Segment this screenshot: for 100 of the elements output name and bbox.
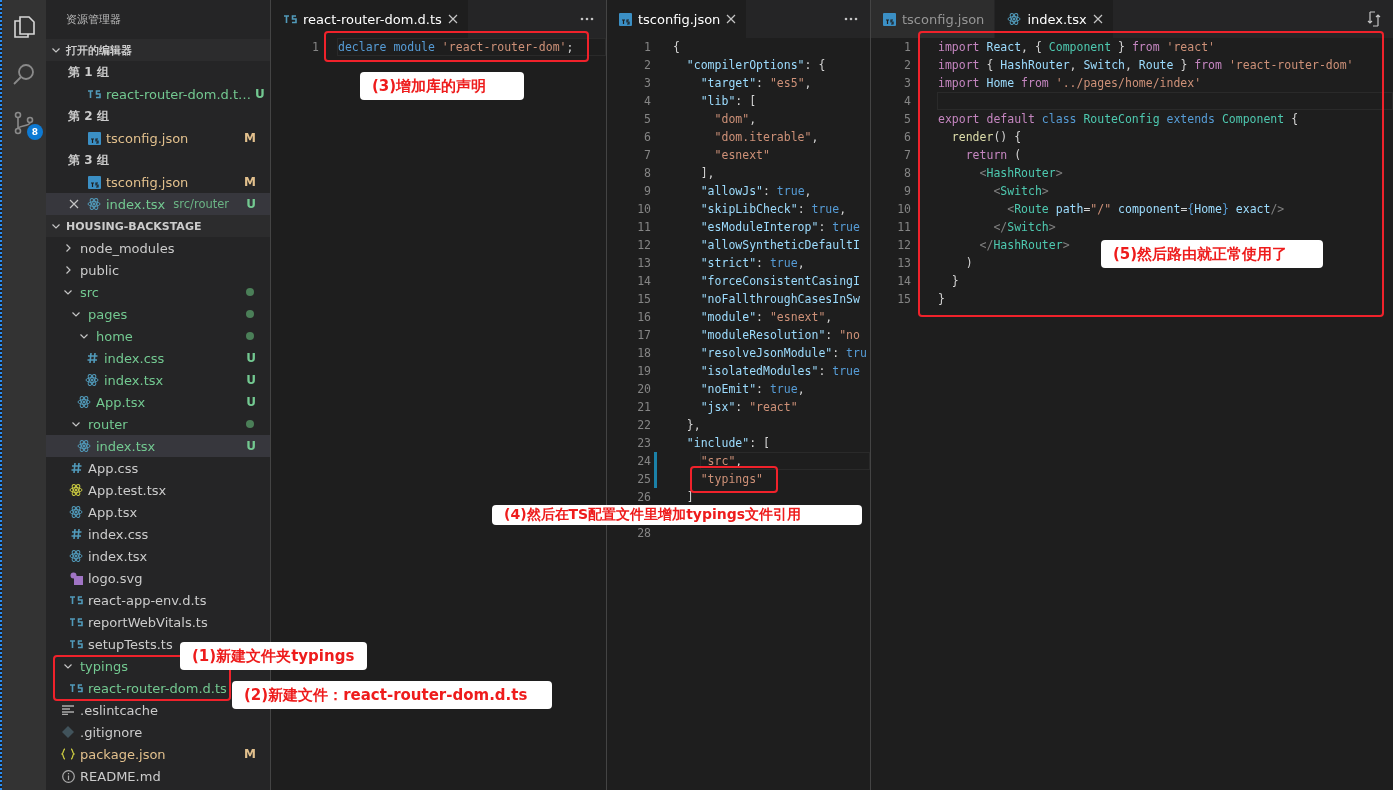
code-line: return ( [964,147,1023,164]
file-item[interactable]: logo.svg [46,567,157,589]
file-item[interactable]: App.test.tsx [46,479,181,501]
code-line: </Switch> [992,219,1057,236]
file-item[interactable]: reportWebVitals.ts [46,611,222,633]
compare-icon[interactable] [1367,11,1381,27]
open-editor-item[interactable]: react-router-dom.d.t… U [46,83,270,105]
chevron-icon[interactable] [63,243,73,253]
line-number: 12 [636,238,651,252]
line-number: 11 [636,220,651,234]
chevron-icon[interactable] [71,309,81,319]
code-file-icon [69,617,83,627]
file-item[interactable]: .gitignore [46,721,157,743]
atom-icon [69,483,83,497]
file-item[interactable]: README.md [46,765,175,787]
atom-icon [69,505,83,519]
file-item[interactable]: App.tsx U [46,391,270,413]
folder-item[interactable]: pages [46,303,270,325]
code-line: "lib": [ [699,93,758,110]
line-number: 1 [643,40,651,54]
code-line: <Switch> [992,183,1050,200]
chevron-icon[interactable] [79,331,89,341]
folder-item[interactable]: typings [46,655,142,677]
config-file-icon [883,12,896,26]
folder-item[interactable]: public [46,259,134,281]
close-icon[interactable] [1092,14,1103,24]
hash-icon [70,462,82,474]
atom-icon [85,373,99,387]
editor-tab[interactable]: index.tsx [995,0,1114,38]
chevron-icon[interactable] [51,45,61,55]
atom-icon [1007,12,1022,26]
open-editor-item[interactable]: tsconfig.json M [46,171,270,193]
files-icon[interactable] [11,14,37,40]
git-status-label: U [246,197,256,211]
code-file-icon [283,14,297,24]
file-item[interactable]: .eslintcache [46,699,172,721]
line-number: 25 [636,472,651,486]
close-icon[interactable] [447,14,458,24]
atom-icon [69,549,83,563]
line-number: 26 [636,490,651,504]
chevron-icon[interactable] [63,661,73,671]
close-icon[interactable] [726,14,737,24]
code-line: "moduleResolution": "no [699,327,861,344]
line-number: 4 [903,94,911,108]
section-header[interactable]: 打开的编辑器 [46,39,270,61]
open-editor-item[interactable]: tsconfig.json M [46,127,270,149]
close-icon[interactable] [69,199,79,209]
line-number: 2 [643,58,651,72]
chevron-icon[interactable] [71,419,81,429]
callout-tooltip: (3)增加库的声明 [360,72,524,100]
file-item[interactable]: index.css U [46,347,270,369]
folder-item[interactable]: home [46,325,270,347]
line-number: 15 [896,292,911,306]
line-number: 2 [903,58,911,72]
count-badge: 8 [27,124,43,140]
chevron-icon[interactable] [63,287,73,297]
config-file-icon [87,131,101,145]
line-number: 7 [903,148,911,162]
code-line: "esModuleInterop": true [699,219,861,236]
code-line: "module": "esnext", [699,309,834,326]
code-line: render() { [950,129,1023,146]
editor-tab[interactable]: tsconfig.json [607,0,748,38]
line-number: 19 [636,364,651,378]
file-item[interactable]: App.css [46,457,153,479]
atom-icon [77,439,91,453]
file-item[interactable]: react-app-env.d.ts [46,589,221,611]
file-item[interactable]: App.tsx [46,501,152,523]
code-line: export default class RouteConfig extends Component { [937,111,1300,128]
git-status-label: U [255,87,265,101]
git-status-label: U [246,395,256,409]
code-line: import React, { Component } from 'react' [937,39,1216,56]
code-line: }, [685,417,702,434]
editor-group-label: 第 3 组 [67,151,110,169]
file-item[interactable]: index.tsx U [46,369,270,391]
more-icon[interactable] [580,17,594,21]
chevron-icon[interactable] [63,265,73,275]
file-item[interactable]: package.json M [46,743,270,765]
line-number: 14 [636,274,651,288]
open-editor-item[interactable]: index.tsx src/router U [46,193,270,215]
line-number: 15 [636,292,651,306]
file-item[interactable]: index.tsx [46,545,162,567]
code-line: "isolatedModules": true [699,363,861,380]
code-line: "skipLibCheck": true, [699,201,848,218]
file-item[interactable]: index.tsx U [46,435,270,457]
info-icon [61,769,75,783]
line-number: 5 [903,112,911,126]
file-item[interactable]: index.css [46,523,163,545]
braces-icon [61,748,75,760]
code-line: import Home from '../pages/home/index' [937,75,1203,92]
code-file-icon [87,89,101,99]
folder-item[interactable]: router [46,413,270,435]
section-header[interactable]: HOUSING-BACKSTAGE [46,215,270,237]
git-status-label: U [246,351,256,365]
folder-item[interactable]: node_modules [46,237,189,259]
git-status-label: U [246,373,256,387]
editor-tab[interactable]: tsconfig.json [871,0,996,38]
editor-tab[interactable]: react-router-dom.d.ts [271,0,469,38]
folder-item[interactable]: src [46,281,270,303]
more-icon[interactable] [844,17,858,21]
chevron-icon[interactable] [51,221,61,231]
